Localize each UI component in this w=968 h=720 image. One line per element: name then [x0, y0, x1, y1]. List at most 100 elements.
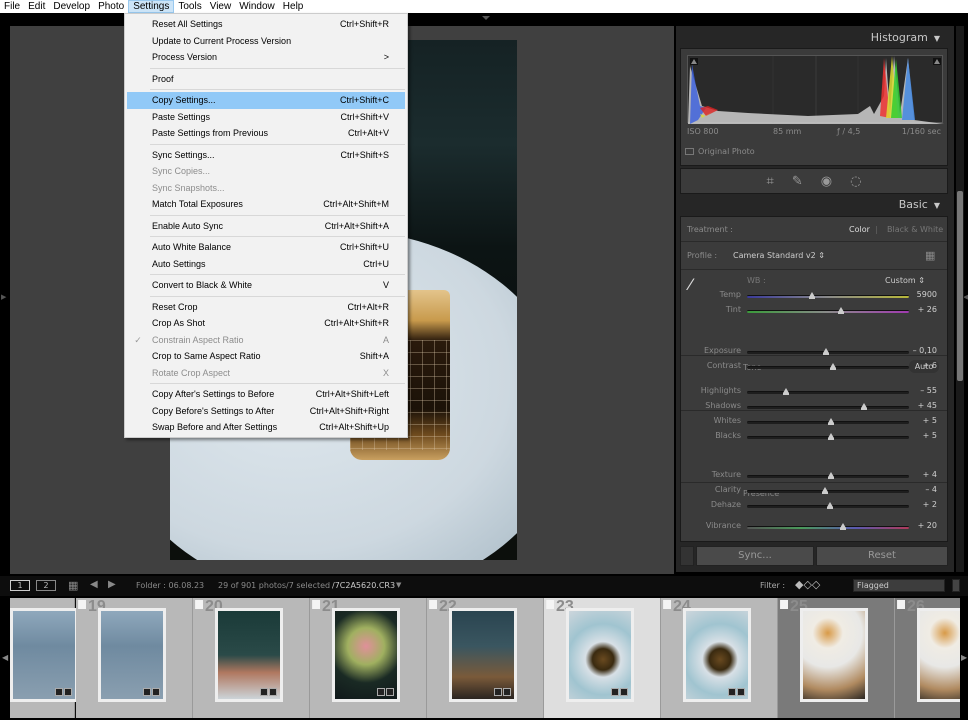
basic-header[interactable]: Basic ▼	[899, 198, 940, 211]
clarity-slider-thumb[interactable]	[821, 487, 828, 494]
healing-icon[interactable]: ✎	[792, 174, 803, 189]
scrollbar-thumb[interactable]	[957, 191, 963, 381]
menu-item-match-total-exposures[interactable]: Match Total Exposures Ctrl+Alt+Shift+M	[127, 196, 405, 213]
treatment-bw-option[interactable]: Black & White	[887, 225, 943, 234]
temp-slider-thumb[interactable]	[808, 292, 815, 299]
filmstrip-thumbnail[interactable]: 25	[778, 598, 895, 718]
highlights-value[interactable]: – 55	[920, 386, 937, 395]
sync-button[interactable]: Sync...	[696, 546, 814, 566]
dehaze-slider[interactable]	[747, 502, 909, 509]
menu-window[interactable]: Window	[235, 0, 279, 13]
filter-select[interactable]: Flagged	[853, 579, 945, 592]
menu-item-swap-before-and-after-settings[interactable]: Swap Before and After Settings Ctrl+Alt+S…	[127, 419, 405, 436]
exposure-slider[interactable]	[747, 348, 909, 355]
flag-icon[interactable]	[663, 600, 671, 609]
profile-select[interactable]: Camera Standard v2 ⇕	[733, 251, 825, 260]
vibrance-value[interactable]: + 20	[918, 521, 937, 530]
filmstrip-thumbnail[interactable]	[10, 598, 78, 718]
vibrance-slider-thumb[interactable]	[839, 523, 846, 530]
filmstrip-thumbnail[interactable]: 21	[310, 598, 427, 718]
menu-item-paste-settings[interactable]: Paste Settings Ctrl+Shift+V	[127, 109, 405, 126]
treatment-color-option[interactable]: Color	[849, 225, 870, 234]
vibrance-slider[interactable]	[747, 523, 909, 530]
clarity-slider[interactable]	[747, 487, 909, 494]
menu-item-sync-settings[interactable]: Sync Settings... Ctrl+Shift+S	[127, 147, 405, 164]
menu-item-proof[interactable]: Proof	[127, 71, 405, 88]
highlights-slider[interactable]	[747, 388, 909, 395]
tint-value[interactable]: + 26	[918, 305, 937, 314]
right-panel-scrollbar[interactable]	[956, 26, 964, 572]
filmstrip-left-arrow-icon[interactable]: ◀	[2, 653, 8, 662]
contrast-slider-thumb[interactable]	[829, 363, 836, 370]
menu-item-enable-auto-sync[interactable]: Enable Auto Sync Ctrl+Alt+Shift+A	[127, 218, 405, 235]
menu-settings[interactable]: Settings	[128, 0, 175, 13]
shadows-value[interactable]: + 45	[918, 401, 937, 410]
flag-icon[interactable]	[429, 600, 437, 609]
menu-item-process-version[interactable]: Process Version >	[127, 49, 405, 66]
flag-icon[interactable]	[195, 600, 203, 609]
flag-icon[interactable]	[546, 600, 554, 609]
whites-slider-thumb[interactable]	[828, 418, 835, 425]
menu-view[interactable]: View	[206, 0, 236, 13]
flag-filter-icon[interactable]: ◆◇◇	[795, 578, 820, 591]
back-arrow-icon[interactable]: ◀	[90, 579, 98, 590]
menu-item-crop-as-shot[interactable]: Crop As Shot Ctrl+Alt+Shift+R	[127, 315, 405, 332]
flag-icon[interactable]	[78, 600, 86, 609]
contrast-value[interactable]: + 6	[923, 361, 937, 370]
whites-slider[interactable]	[747, 418, 909, 425]
blacks-value[interactable]: + 5	[923, 431, 937, 440]
menu-item-reset-crop[interactable]: Reset Crop Ctrl+Alt+R	[127, 299, 405, 316]
wb-select[interactable]: Custom ⇕	[885, 276, 925, 285]
clarity-value[interactable]: – 4	[925, 485, 937, 494]
filmstrip-thumbnail[interactable]: 23	[544, 598, 661, 718]
menu-tools[interactable]: Tools	[174, 0, 205, 13]
exposure-slider-thumb[interactable]	[823, 348, 830, 355]
highlights-slider-thumb[interactable]	[782, 388, 789, 395]
menu-item-copy-before-s-settings-to-after[interactable]: Copy Before's Settings to After Ctrl+Alt+…	[127, 403, 405, 420]
menu-item-paste-settings-from-previous[interactable]: Paste Settings from Previous Ctrl+Alt+V	[127, 125, 405, 142]
collapse-top-panel-icon[interactable]	[482, 16, 490, 20]
reset-button[interactable]: Reset	[816, 546, 948, 566]
temp-slider[interactable]	[747, 292, 909, 299]
temp-value[interactable]: 5900	[917, 290, 937, 299]
original-photo-toggle[interactable]: Original Photo	[685, 147, 755, 156]
tint-slider[interactable]	[747, 307, 909, 314]
menu-edit[interactable]: Edit	[24, 0, 49, 13]
crop-icon[interactable]: ⌗	[767, 174, 774, 189]
filmstrip-thumbnail[interactable]: 22	[427, 598, 544, 718]
blacks-slider[interactable]	[747, 433, 909, 440]
menu-item-reset-all-settings[interactable]: Reset All Settings Ctrl+Shift+R	[127, 16, 405, 33]
flag-icon[interactable]	[780, 600, 788, 609]
chevron-down-icon[interactable]: ▼	[396, 581, 401, 589]
secondary-display-button[interactable]: 2	[36, 580, 56, 591]
left-panel-toggle-icon[interactable]: ▶	[1, 293, 6, 301]
texture-slider[interactable]	[747, 472, 909, 479]
texture-value[interactable]: + 4	[923, 470, 937, 479]
current-filename[interactable]: /7C2A5620.CR3	[332, 581, 395, 590]
dehaze-slider-thumb[interactable]	[826, 502, 833, 509]
menu-item-convert-to-black-white[interactable]: Convert to Black & White V	[127, 277, 405, 294]
whites-value[interactable]: + 5	[923, 416, 937, 425]
profile-browser-icon[interactable]: ▦	[925, 249, 935, 262]
filter-lock-switch[interactable]	[952, 579, 960, 592]
menu-file[interactable]: File	[0, 0, 24, 13]
menu-item-auto-white-balance[interactable]: Auto White Balance Ctrl+Shift+U	[127, 239, 405, 256]
menu-help[interactable]: Help	[279, 0, 308, 13]
menu-develop[interactable]: Develop	[49, 0, 94, 13]
filmstrip-right-arrow-icon[interactable]: ▶	[961, 653, 967, 662]
menu-item-auto-settings[interactable]: Auto Settings Ctrl+U	[127, 256, 405, 273]
dehaze-value[interactable]: + 2	[923, 500, 937, 509]
menu-photo[interactable]: Photo	[94, 0, 128, 13]
contrast-slider[interactable]	[747, 363, 909, 370]
auto-sync-switch[interactable]	[680, 546, 694, 566]
flag-icon[interactable]	[897, 600, 905, 609]
menu-item-copy-after-s-settings-to-before[interactable]: Copy After's Settings to Before Ctrl+Alt+…	[127, 386, 405, 403]
masking-icon[interactable]: ◌	[850, 174, 861, 189]
filmstrip-thumbnail[interactable]: 26	[895, 598, 960, 718]
histogram-header[interactable]: Histogram ▼	[871, 31, 940, 44]
flag-icon[interactable]	[312, 600, 320, 609]
texture-slider-thumb[interactable]	[828, 472, 835, 479]
tint-slider-thumb[interactable]	[837, 307, 844, 314]
grid-view-icon[interactable]: ▦	[68, 579, 78, 592]
filmstrip-thumbnail[interactable]: 19	[76, 598, 193, 718]
